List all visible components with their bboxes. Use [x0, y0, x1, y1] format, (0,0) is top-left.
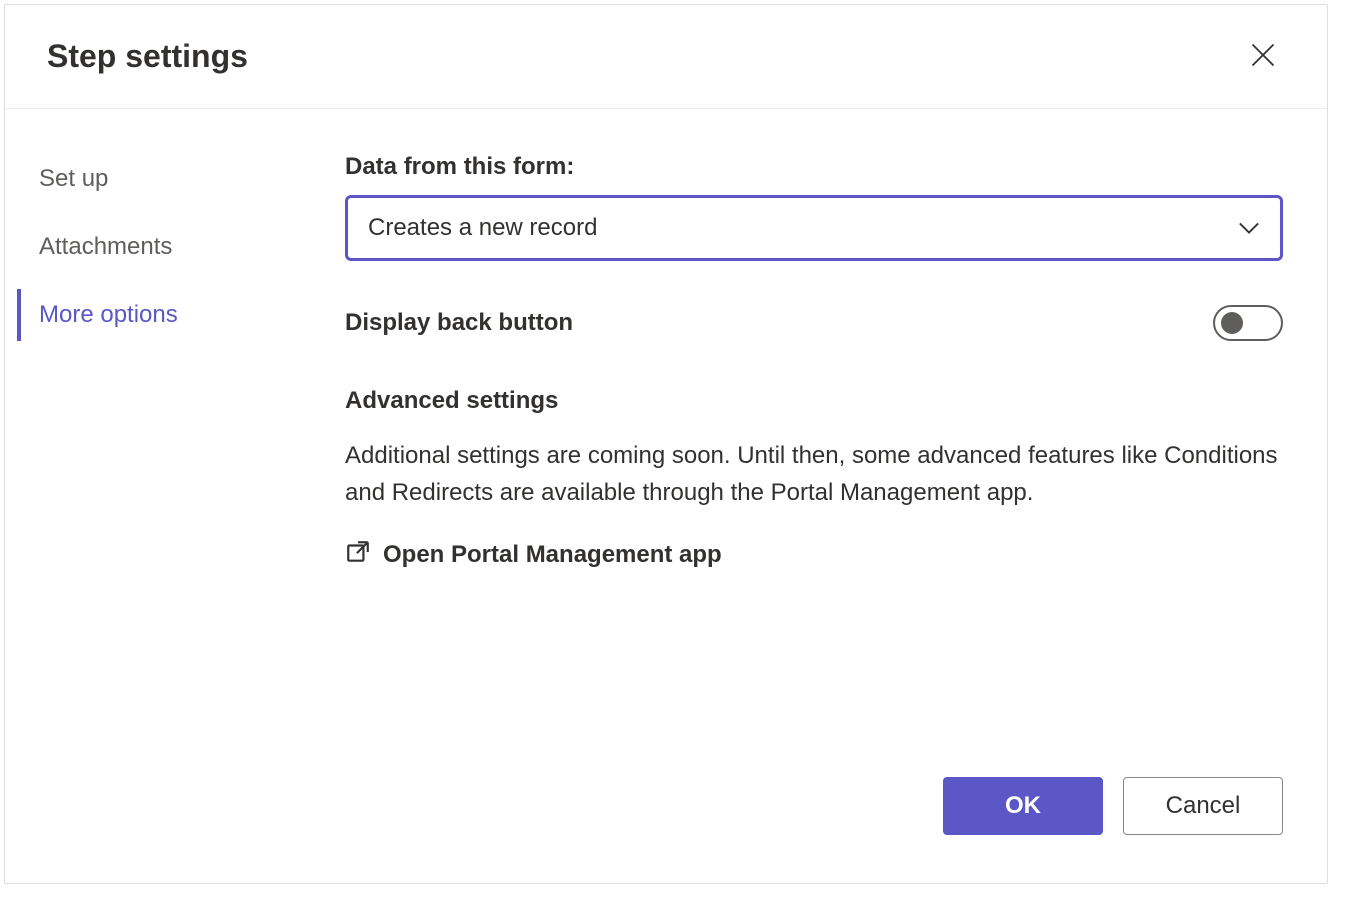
cancel-button[interactable]: Cancel	[1123, 777, 1283, 835]
sidebar-item-label: More options	[39, 301, 178, 328]
open-portal-management-link[interactable]: Open Portal Management app	[345, 539, 1283, 570]
sidebar-item-label: Attachments	[39, 233, 172, 260]
data-from-form-select[interactable]: Creates a new record	[345, 195, 1283, 261]
open-portal-management-label: Open Portal Management app	[383, 541, 722, 569]
sidebar: Set up Attachments More options	[5, 109, 305, 777]
dialog-footer: OK Cancel	[5, 777, 1327, 883]
display-back-button-label: Display back button	[345, 309, 573, 337]
display-back-button-toggle[interactable]	[1213, 305, 1283, 341]
display-back-button-row: Display back button	[345, 305, 1283, 341]
open-external-icon	[345, 539, 371, 570]
dialog-header: Step settings	[5, 5, 1327, 109]
data-from-form-select-wrap: Creates a new record	[345, 195, 1283, 261]
toggle-thumb	[1221, 312, 1243, 334]
chevron-down-icon	[1238, 214, 1260, 242]
select-value: Creates a new record	[368, 214, 597, 242]
content-panel: Data from this form: Creates a new recor…	[305, 109, 1327, 777]
close-button[interactable]	[1241, 33, 1285, 80]
advanced-settings-description: Additional settings are coming soon. Unt…	[345, 437, 1283, 511]
advanced-settings-heading: Advanced settings	[345, 387, 1283, 415]
sidebar-item-attachments[interactable]: Attachments	[17, 221, 305, 273]
sidebar-item-label: Set up	[39, 165, 108, 192]
step-settings-dialog: Step settings Set up Attachments More op…	[4, 4, 1328, 884]
close-icon	[1249, 41, 1277, 72]
sidebar-item-more-options[interactable]: More options	[17, 289, 305, 341]
dialog-body: Set up Attachments More options Data fro…	[5, 109, 1327, 777]
dialog-title: Step settings	[47, 38, 248, 75]
sidebar-item-setup[interactable]: Set up	[17, 153, 305, 205]
data-from-form-label: Data from this form:	[345, 153, 1283, 181]
ok-button[interactable]: OK	[943, 777, 1103, 835]
